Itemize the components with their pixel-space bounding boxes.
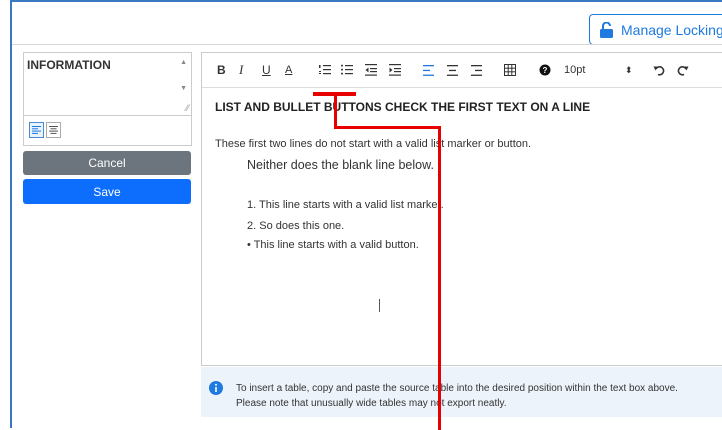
field-alignment-bar — [23, 116, 192, 146]
align-right-button[interactable] — [471, 63, 482, 77]
undo-icon — [653, 66, 665, 76]
bold-button[interactable]: B — [217, 63, 226, 77]
editor-line: These first two lines do not start with … — [215, 138, 532, 150]
unlock-icon — [600, 21, 613, 38]
redo-button[interactable] — [677, 63, 689, 77]
manage-locking-button[interactable]: Manage Locking — [589, 14, 722, 45]
italic-button[interactable]: I — [239, 62, 243, 77]
table-info-note: To insert a table, copy and paste the so… — [201, 367, 722, 417]
numbered-list-button[interactable] — [319, 63, 331, 77]
align-center-button[interactable] — [46, 122, 61, 138]
font-size-select[interactable]: 10pt — [564, 63, 585, 77]
rich-text-editor[interactable]: B I U A ? 10pt ⬍ LIST AND BULLET BUTTONS… — [201, 52, 722, 366]
information-field-text: INFORMATION — [27, 58, 111, 72]
editor-toolbar: B I U A ? 10pt ⬍ — [202, 53, 722, 88]
manage-locking-label: Manage Locking — [621, 21, 722, 38]
note-line-2: Please note that unusually wide tables m… — [236, 398, 507, 409]
bullet-list-button[interactable] — [341, 63, 353, 77]
note-line-1: To insert a table, copy and paste the so… — [236, 383, 678, 394]
annotation-line-horizontal — [334, 126, 441, 129]
indent-icon — [389, 64, 401, 76]
align-center-icon — [49, 126, 58, 134]
svg-text:?: ? — [543, 66, 548, 75]
underline-button[interactable]: U — [262, 63, 271, 77]
editor-line: 2. So does this one. — [247, 220, 345, 232]
cancel-button[interactable]: Cancel — [23, 151, 191, 175]
editor-heading: LIST AND BULLET BUTTONS CHECK THE FIRST … — [215, 100, 591, 114]
text-cursor — [379, 299, 380, 312]
information-field[interactable]: INFORMATION ▲ ▼ ⁄⁄ — [23, 52, 192, 116]
align-left-button[interactable] — [29, 122, 44, 138]
scroll-down-icon[interactable]: ▼ — [180, 85, 187, 92]
help-button[interactable]: ? — [539, 63, 551, 77]
outdent-button[interactable] — [365, 63, 377, 77]
annotation-line-vertical — [334, 96, 337, 128]
resize-grip-icon[interactable]: ⁄⁄ — [186, 103, 189, 113]
table-icon — [504, 64, 516, 76]
font-size-stepper-icon[interactable]: ⬍ — [625, 63, 633, 77]
undo-button[interactable] — [653, 63, 665, 77]
editor-line: 1. This line starts with a valid list ma… — [247, 199, 444, 211]
font-color-button[interactable]: A — [285, 63, 292, 77]
align-left-icon — [32, 126, 41, 134]
numbered-list-icon — [319, 65, 331, 75]
annotation-line-down — [438, 126, 441, 430]
save-button[interactable]: Save — [23, 179, 191, 204]
align-center-button[interactable] — [447, 63, 458, 77]
bullet-list-icon — [341, 64, 353, 75]
align-center-icon — [447, 64, 458, 76]
editor-line: Neither does the blank line below. — [247, 158, 434, 172]
redo-icon — [677, 66, 689, 76]
header-divider — [12, 44, 722, 45]
info-icon — [209, 381, 223, 400]
indent-button[interactable] — [389, 63, 401, 77]
editor-line: • This line starts with a valid button. — [247, 239, 419, 251]
insert-table-button[interactable] — [504, 63, 516, 77]
align-left-icon — [423, 64, 434, 76]
scroll-up-icon[interactable]: ▲ — [180, 59, 187, 66]
outdent-icon — [365, 64, 377, 76]
align-right-icon — [471, 64, 482, 76]
help-icon: ? — [539, 64, 551, 76]
align-left-button[interactable] — [423, 63, 434, 77]
